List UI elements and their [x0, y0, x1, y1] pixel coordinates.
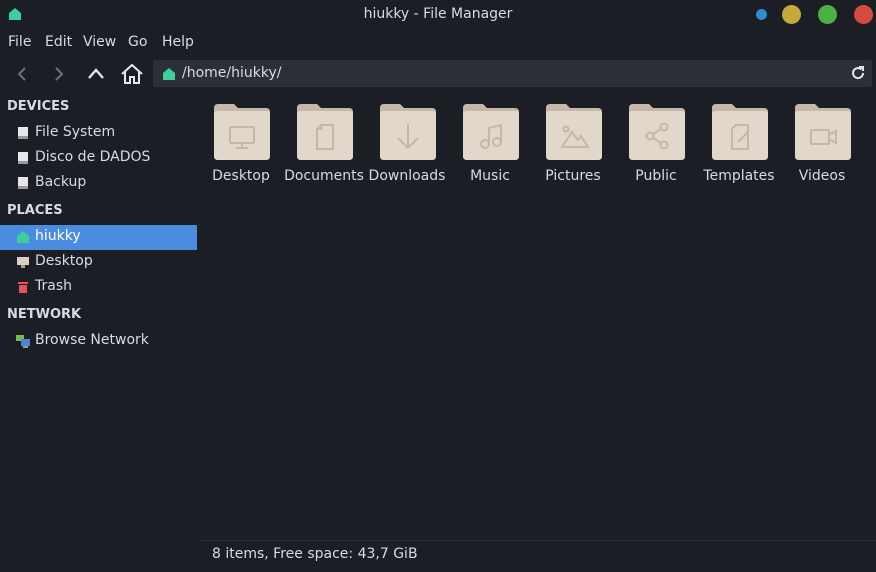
folder-icon: [297, 104, 353, 160]
sidebar-item-browse-network[interactable]: Browse Network: [0, 329, 197, 354]
forward-button[interactable]: [45, 60, 73, 88]
maximize-button[interactable]: [818, 5, 837, 24]
folder-icon: [380, 104, 436, 160]
folder-item-downloads[interactable]: Downloads: [366, 102, 448, 186]
places-header: PLACES: [7, 203, 63, 218]
minimize-button[interactable]: [782, 5, 801, 24]
folder-label: Downloads: [368, 168, 446, 184]
home-icon: [163, 68, 175, 80]
menu-view[interactable]: View: [83, 34, 116, 50]
folder-item-videos[interactable]: Videos: [781, 102, 863, 186]
desktop-icon: [17, 257, 29, 268]
sidebar-item-label: Trash: [35, 278, 72, 294]
devices-header: DEVICES: [7, 99, 70, 114]
folder-icon: [712, 104, 768, 160]
home-button[interactable]: [118, 60, 146, 88]
sidebar-item-label: File System: [35, 124, 116, 140]
chevron-left-icon: [17, 67, 26, 81]
address-path[interactable]: /home/hiukky/: [182, 65, 281, 81]
close-button[interactable]: [854, 5, 873, 24]
drive-icon: [18, 127, 28, 139]
sidebar-item-label: Backup: [35, 174, 87, 190]
sidebar-item-desktop[interactable]: Desktop: [0, 250, 197, 275]
status-bar: 8 items, Free space: 43,7 GiB: [200, 540, 876, 572]
folder-label: Desktop: [212, 168, 270, 184]
chevron-up-icon: [88, 68, 104, 79]
folder-item-documents[interactable]: Documents: [283, 102, 365, 186]
title-bar: hiukky - File Manager: [0, 0, 876, 30]
sidebar-item-label: Desktop: [35, 253, 93, 269]
drive-icon: [18, 177, 28, 189]
sidebar-item-trash[interactable]: Trash: [0, 275, 197, 300]
back-button[interactable]: [8, 60, 36, 88]
folder-icon: [629, 104, 685, 160]
folder-label: Public: [635, 168, 677, 184]
folder-icon: [795, 104, 851, 160]
folder-item-pictures[interactable]: Pictures: [532, 102, 614, 186]
window-title: hiukky - File Manager: [363, 6, 513, 22]
folder-item-templates[interactable]: Templates: [698, 102, 780, 186]
menu-bar: File Edit View Go Help: [0, 30, 876, 56]
sidebar-item-label: Disco de DADOS: [35, 149, 151, 165]
folder-item-public[interactable]: Public: [615, 102, 697, 186]
network-header: NETWORK: [7, 307, 82, 322]
menu-file[interactable]: File: [8, 34, 31, 50]
folder-icon: [214, 104, 270, 160]
toolbar: /home/hiukky/: [0, 56, 876, 92]
sidebar-item-label: Browse Network: [35, 332, 149, 348]
network-icon: [16, 335, 30, 348]
folder-label: Music: [470, 168, 510, 184]
folder-label: Pictures: [545, 168, 601, 184]
window-info-button[interactable]: [756, 9, 767, 20]
refresh-icon[interactable]: [850, 65, 866, 81]
up-button[interactable]: [82, 60, 110, 88]
sidebar: DEVICES File System Disco de DADOS Backu…: [0, 92, 197, 572]
folder-label: Documents: [284, 168, 364, 184]
status-text: 8 items, Free space: 43,7 GiB: [212, 546, 418, 562]
address-bar[interactable]: /home/hiukky/: [153, 60, 872, 87]
sidebar-item-disco-de-dados[interactable]: Disco de DADOS: [0, 146, 197, 171]
sidebar-item-backup[interactable]: Backup: [0, 171, 197, 196]
menu-help[interactable]: Help: [162, 34, 194, 50]
folder-view: Desktop Documents Downloads Music Pictur…: [200, 92, 876, 538]
sidebar-item-file-system[interactable]: File System: [0, 121, 197, 146]
folder-icon: [463, 104, 519, 160]
trash-icon: [18, 282, 28, 293]
drive-icon: [18, 152, 28, 164]
chevron-right-icon: [55, 67, 64, 81]
menu-edit[interactable]: Edit: [45, 34, 72, 50]
home-icon: [17, 231, 29, 243]
sidebar-item-label: hiukky: [35, 228, 81, 244]
folder-icon: [546, 104, 602, 160]
folder-label: Templates: [703, 168, 775, 184]
folder-item-music[interactable]: Music: [449, 102, 531, 186]
sidebar-item-hiukky[interactable]: hiukky: [0, 225, 197, 250]
folder-label: Videos: [798, 168, 846, 184]
home-icon: [121, 64, 143, 84]
folder-item-desktop[interactable]: Desktop: [200, 102, 282, 186]
menu-go[interactable]: Go: [128, 34, 147, 50]
